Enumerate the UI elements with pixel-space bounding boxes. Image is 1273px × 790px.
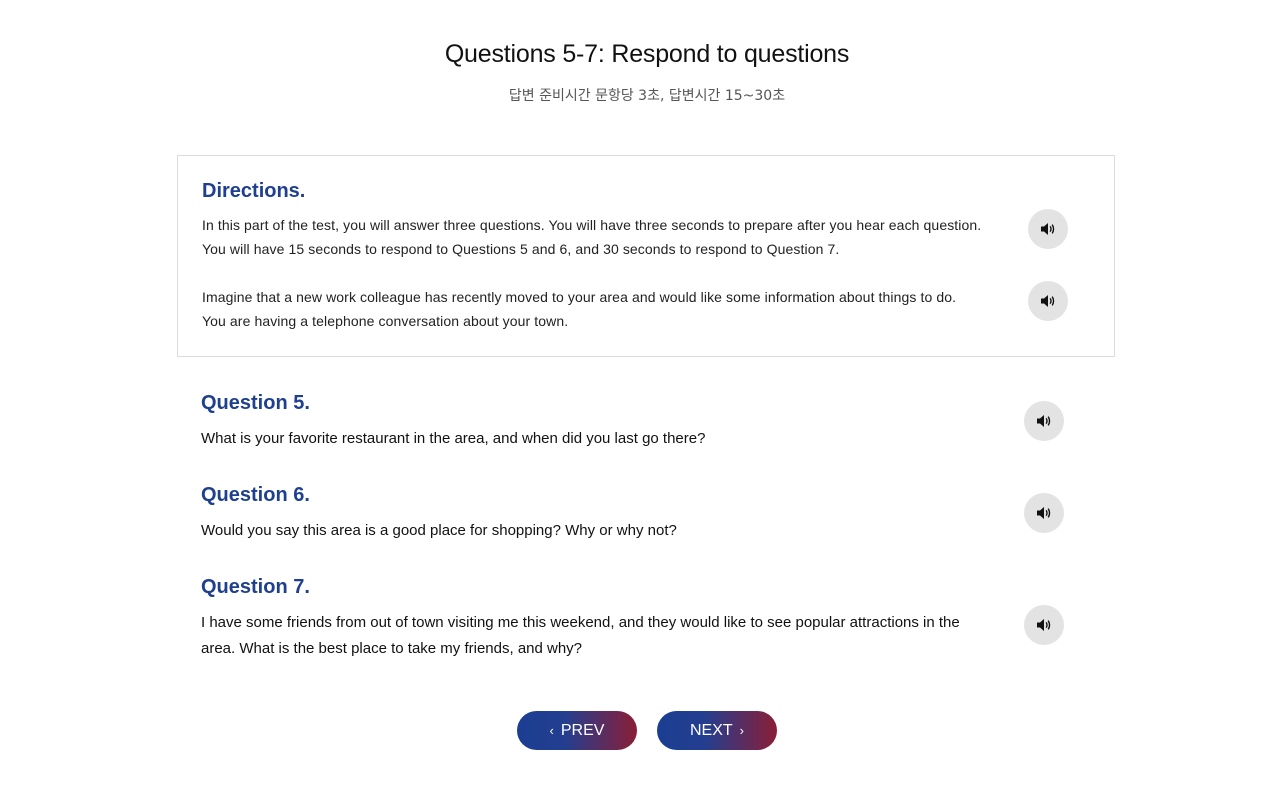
speaker-icon <box>1035 616 1053 634</box>
directions-title: Directions. <box>202 180 306 202</box>
question-6-text: Would you say this area is a good place … <box>201 522 677 539</box>
directions-audio-button-1[interactable] <box>1028 209 1068 249</box>
directions-audio-button-2[interactable] <box>1028 281 1068 321</box>
speaker-icon <box>1039 292 1057 310</box>
prev-button[interactable]: ‹ PREV <box>517 711 637 750</box>
directions-paragraph-2: Imagine that a new work colleague has re… <box>202 289 957 329</box>
next-button-label: NEXT <box>689 721 733 739</box>
question-5-text: What is your favorite restaurant in the … <box>201 430 706 447</box>
directions-box: Directions. In this part of the test, yo… <box>177 155 1115 357</box>
page-subtitle: 답변 준비시간 문항당 3초, 답변시간 15~30초 <box>508 88 786 104</box>
question-7-audio-button[interactable] <box>1024 605 1064 645</box>
question-6-title: Question 6. <box>201 484 310 506</box>
question-7-title: Question 7. <box>201 576 310 598</box>
question-7-text: I have some friends from out of town vis… <box>201 614 960 657</box>
page-title: Questions 5-7: Respond to questions <box>444 40 850 68</box>
chevron-right-icon: › <box>739 723 744 738</box>
directions-paragraph-1: In this part of the test, you will answe… <box>202 217 982 257</box>
next-button[interactable]: NEXT › <box>657 711 777 750</box>
question-6-audio-button[interactable] <box>1024 493 1064 533</box>
question-5-audio-button[interactable] <box>1024 401 1064 441</box>
question-5-title: Question 5. <box>201 392 310 414</box>
speaker-icon <box>1035 412 1053 430</box>
speaker-icon <box>1039 220 1057 238</box>
prev-button-label: PREV <box>560 721 605 739</box>
chevron-left-icon: ‹ <box>549 723 554 738</box>
speaker-icon <box>1035 504 1053 522</box>
